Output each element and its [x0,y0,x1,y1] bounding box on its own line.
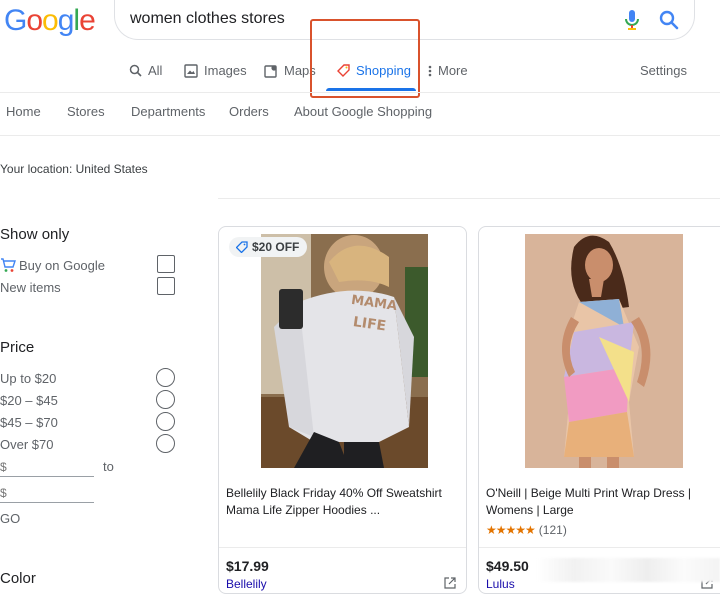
tag-icon [236,241,248,253]
color-heading: Color [0,570,36,587]
product-price: $49.50 [486,558,529,574]
rating-stars-icon: ★★★★★ [486,523,536,537]
tab-maps[interactable]: Maps [264,63,316,78]
max-price-input[interactable] [0,483,94,503]
divider [0,92,720,93]
merchant-link[interactable]: Lulus [486,577,515,591]
cart-icon [1,258,16,272]
price-heading: Price [0,339,35,356]
product-image[interactable] [479,227,720,477]
tab-label: All [148,63,163,78]
search-icon[interactable] [657,8,681,32]
map-icon [264,64,277,78]
logo-letter: o [42,4,59,37]
microphone-icon[interactable] [622,9,642,31]
product-photo-dress [525,234,683,468]
divider [479,547,720,548]
divider [219,547,466,548]
discount-badge: $20 OFF [229,237,308,257]
logo-letter: o [26,4,43,37]
tab-label: More [438,63,468,78]
price-radio-up-to-20[interactable] [156,368,175,387]
shop-nav-stores[interactable]: Stores [67,104,105,119]
filter-buy-on-google[interactable]: Buy on Google [0,258,105,273]
more-vert-icon [428,65,432,76]
filter-label: Buy on Google [19,258,106,273]
tab-all[interactable]: All [129,63,162,78]
shop-nav-departments[interactable]: Departments [131,104,205,119]
product-title[interactable]: O'Neill | Beige Multi Print Wrap Dress |… [486,485,720,519]
badge-text: $20 OFF [252,240,300,254]
logo-letter: e [79,4,96,37]
product-price: $17.99 [226,558,269,574]
filter-new-items[interactable]: New items [0,280,61,295]
price-to-label: to [103,459,114,474]
tab-images[interactable]: Images [184,63,247,78]
logo-letter: g [57,4,75,37]
image-icon [184,63,198,78]
price-radio-20-45[interactable] [156,390,175,409]
product-photo-sweatshirt: MAMA LIFE [261,234,428,468]
divider [218,198,720,199]
annotation-highlight-box [310,19,420,98]
price-go-button[interactable]: GO [0,511,20,526]
tab-label: Images [204,63,247,78]
rating-count: (121) [538,523,567,537]
shop-nav-about[interactable]: About Google Shopping [294,104,432,119]
product-image[interactable]: MAMA LIFE $20 OFF [219,227,466,477]
product-title[interactable]: Bellelily Black Friday 40% Off Sweatshir… [226,485,460,519]
show-only-heading: Show only [0,226,70,243]
price-option-label[interactable]: Over $70 [0,437,53,452]
merchant-link[interactable]: Bellelily [226,577,267,591]
shop-nav-home[interactable]: Home [6,104,41,119]
shop-nav-orders[interactable]: Orders [229,104,269,119]
price-radio-45-70[interactable] [156,412,175,431]
price-option-label[interactable]: Up to $20 [0,371,56,386]
search-icon [129,64,142,77]
min-price-input[interactable] [0,457,94,477]
price-option-label[interactable]: $20 – $45 [0,393,58,408]
logo-letter: G [4,4,27,37]
new-items-checkbox[interactable] [157,277,175,295]
buy-on-google-checkbox[interactable] [157,255,175,273]
product-card[interactable]: O'Neill | Beige Multi Print Wrap Dress |… [478,226,720,594]
price-radio-over-70[interactable] [156,434,175,453]
product-rating[interactable]: ★★★★★ (121) [486,523,567,537]
google-logo[interactable]: Google [4,4,96,38]
external-link-icon[interactable] [444,577,456,589]
tab-more[interactable]: More [428,63,468,78]
settings-label: Settings [640,63,687,78]
divider [0,135,720,136]
location-text: Your location: United States [0,162,148,176]
price-option-label[interactable]: $45 – $70 [0,415,58,430]
settings-link[interactable]: Settings [640,63,687,78]
watermark-overlay [538,558,720,582]
product-card[interactable]: MAMA LIFE $20 OFF Bellelily Black Friday… [218,226,467,594]
